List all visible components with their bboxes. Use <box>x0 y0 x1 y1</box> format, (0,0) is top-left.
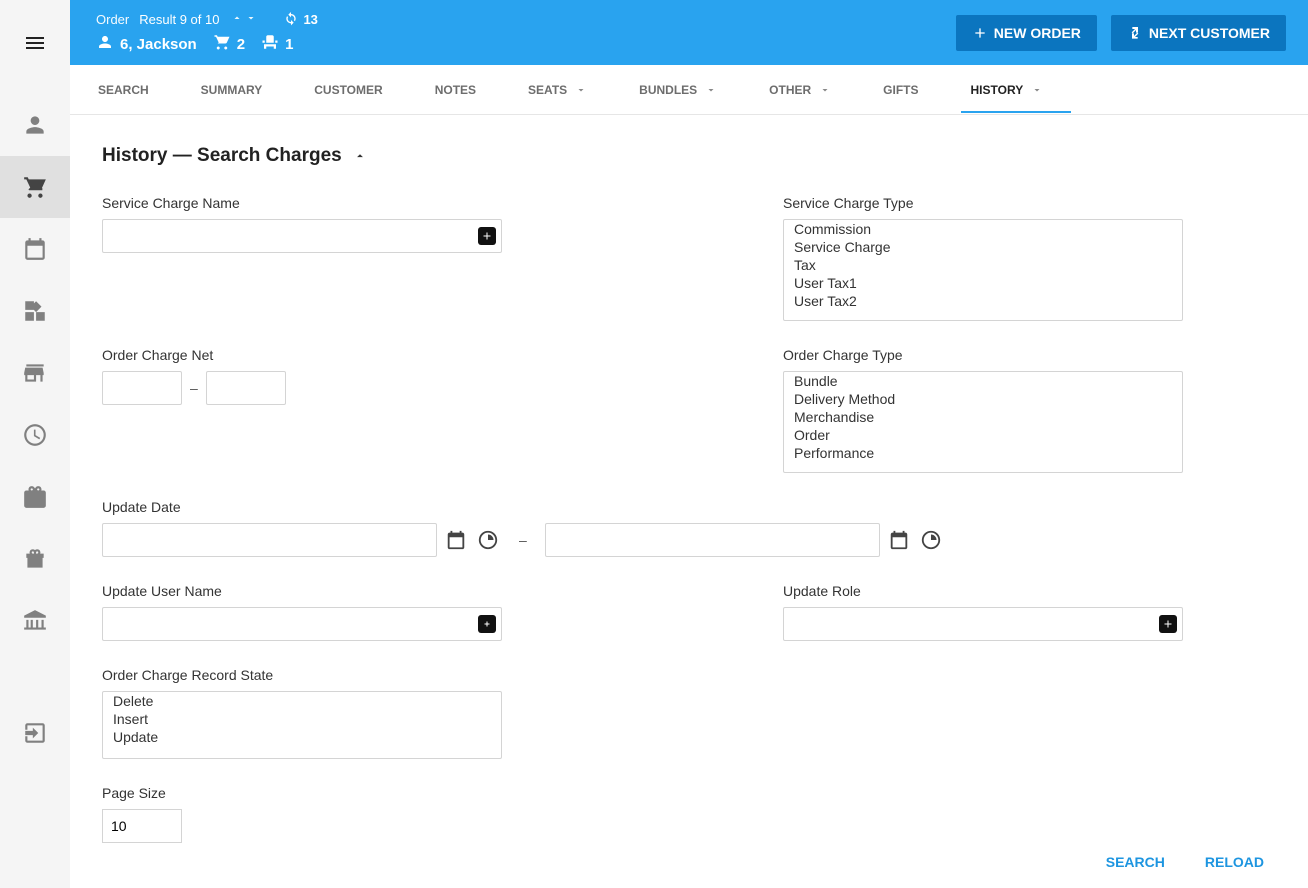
section-title[interactable]: History — Search Charges <box>102 145 1264 167</box>
service-charge-name-input[interactable] <box>102 219 502 253</box>
order-charge-net-from-input[interactable] <box>102 371 182 405</box>
result-indicator: Result 9 of 10 <box>139 12 219 27</box>
nav-bank-icon[interactable] <box>0 590 70 652</box>
chevron-down-icon <box>575 84 587 96</box>
nav-customer-icon[interactable] <box>0 94 70 156</box>
list-item[interactable]: Commission <box>784 220 1182 238</box>
cart-icon <box>213 33 231 55</box>
nav-logout-icon[interactable] <box>0 702 70 764</box>
list-item[interactable]: Update <box>103 728 501 746</box>
seat-icon <box>261 33 279 55</box>
tab-bar: SEARCH SUMMARY CUSTOMER NOTES SEATS BUND… <box>70 65 1308 115</box>
tab-bundles[interactable]: BUNDLES <box>639 83 717 97</box>
tab-gifts[interactable]: GIFTS <box>883 83 918 97</box>
time-icon[interactable] <box>475 527 501 553</box>
tab-notes[interactable]: NOTES <box>435 83 476 97</box>
add-icon[interactable] <box>478 615 496 633</box>
label-page-size: Page Size <box>102 785 583 801</box>
list-item[interactable]: Bundle <box>784 372 1182 390</box>
tab-summary[interactable]: SUMMARY <box>201 83 263 97</box>
label-order-charge-net: Order Charge Net <box>102 347 583 363</box>
chevron-down-icon <box>1031 84 1043 96</box>
next-customer-button[interactable]: NEXT CUSTOMER <box>1111 15 1286 51</box>
list-item[interactable]: Service Charge <box>784 238 1182 256</box>
tab-customer[interactable]: CUSTOMER <box>314 83 382 97</box>
list-item[interactable]: Insert <box>103 710 501 728</box>
list-item[interactable]: Order <box>784 426 1182 444</box>
label-update-user-name: Update User Name <box>102 583 583 599</box>
nav-giftcard-icon[interactable] <box>0 466 70 528</box>
order-charge-type-listbox[interactable]: BundleDelivery MethodMerchandiseOrderPer… <box>783 371 1183 473</box>
nav-cart-icon[interactable] <box>0 156 70 218</box>
cart-count[interactable]: 2 <box>237 36 245 53</box>
result-prev-icon[interactable] <box>231 12 243 27</box>
label-update-date: Update Date <box>102 499 1264 515</box>
label-update-role: Update Role <box>783 583 1264 599</box>
page-size-input[interactable] <box>102 809 182 843</box>
order-charge-net-to-input[interactable] <box>206 371 286 405</box>
nav-history-icon[interactable] <box>0 404 70 466</box>
calendar-icon[interactable] <box>443 527 469 553</box>
reload-button[interactable]: RELOAD <box>1205 854 1264 870</box>
tab-history[interactable]: HISTORY <box>971 83 1044 97</box>
range-separator: – <box>519 532 527 548</box>
label-service-charge-type: Service Charge Type <box>783 195 1264 211</box>
add-icon[interactable] <box>478 227 496 245</box>
tab-other[interactable]: OTHER <box>769 83 831 97</box>
list-item[interactable]: Delete <box>103 692 501 710</box>
label-service-charge-name: Service Charge Name <box>102 195 583 211</box>
customer-name[interactable]: 6, Jackson <box>120 36 197 53</box>
list-item[interactable]: Performance <box>784 444 1182 462</box>
record-state-listbox[interactable]: DeleteInsertUpdate <box>102 691 502 759</box>
list-item[interactable]: User Tax1 <box>784 274 1182 292</box>
chevron-down-icon <box>705 84 717 96</box>
tab-seats[interactable]: SEATS <box>528 83 587 97</box>
nav-store-icon[interactable] <box>0 342 70 404</box>
range-separator: – <box>190 380 198 396</box>
seat-count[interactable]: 1 <box>285 36 293 53</box>
list-item[interactable]: Tax <box>784 256 1182 274</box>
search-button[interactable]: SEARCH <box>1106 854 1165 870</box>
nav-widgets-icon[interactable] <box>0 280 70 342</box>
list-item[interactable]: Merchandise <box>784 408 1182 426</box>
update-user-name-input[interactable] <box>102 607 502 641</box>
update-date-from-input[interactable] <box>102 523 437 557</box>
top-header: Order Result 9 of 10 13 6, Jackson <box>70 0 1308 65</box>
update-date-to-input[interactable] <box>545 523 880 557</box>
left-nav-rail <box>0 0 70 888</box>
service-charge-type-listbox[interactable]: CommissionService ChargeTaxUser Tax1User… <box>783 219 1183 321</box>
list-item[interactable]: Delivery Method <box>784 390 1182 408</box>
time-icon[interactable] <box>918 527 944 553</box>
menu-icon[interactable] <box>0 12 70 74</box>
result-next-icon[interactable] <box>245 12 257 27</box>
person-icon <box>96 33 114 55</box>
nav-gift-icon[interactable] <box>0 528 70 590</box>
label-record-state: Order Charge Record State <box>102 667 583 683</box>
chevron-down-icon <box>819 84 831 96</box>
label-order-charge-type: Order Charge Type <box>783 347 1264 363</box>
refresh-icon[interactable] <box>283 10 299 29</box>
calendar-icon[interactable] <box>886 527 912 553</box>
nav-calendar-icon[interactable] <box>0 218 70 280</box>
update-role-input[interactable] <box>783 607 1183 641</box>
add-icon[interactable] <box>1159 615 1177 633</box>
order-label: Order <box>96 12 129 27</box>
tab-search[interactable]: SEARCH <box>98 83 149 97</box>
list-item[interactable]: User Tax2 <box>784 292 1182 310</box>
chevron-up-icon <box>352 149 368 163</box>
new-order-button[interactable]: NEW ORDER <box>956 15 1097 51</box>
refresh-count: 13 <box>303 12 317 27</box>
